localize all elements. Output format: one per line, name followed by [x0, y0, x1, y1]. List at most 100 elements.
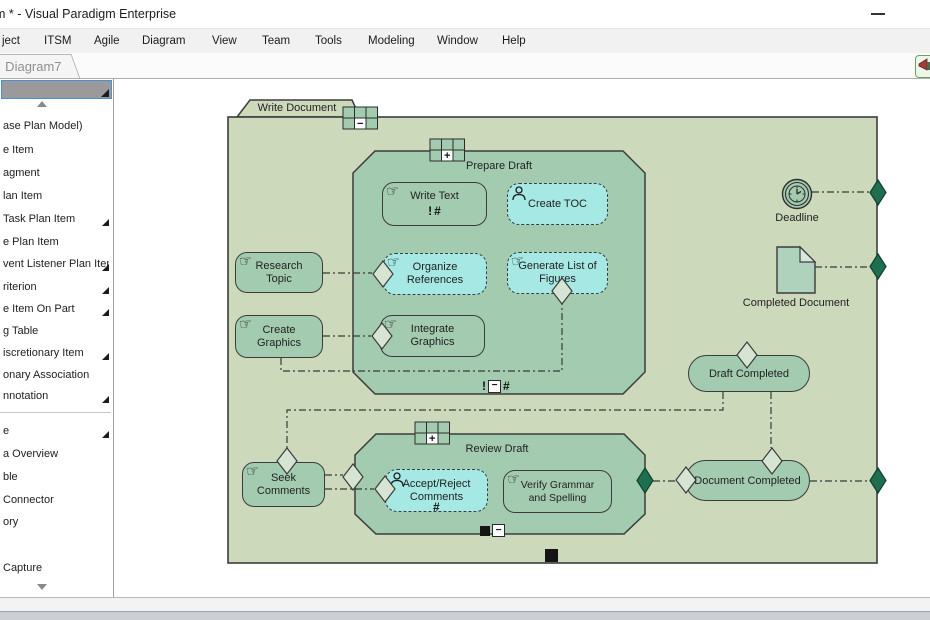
- announcement-button[interactable]: [915, 55, 930, 78]
- task-label: Verify Grammar and Spelling: [518, 479, 597, 504]
- task-create-toc[interactable]: Create TOC: [507, 183, 608, 225]
- palette-item-plan-item[interactable]: lan Item: [0, 187, 112, 207]
- palette-item-discretionary-association[interactable]: onary Association: [0, 366, 112, 386]
- task-verify-grammar[interactable]: ☞ Verify Grammar and Spelling: [503, 470, 612, 513]
- task-write-text[interactable]: ☞ Write Text ! #: [382, 182, 487, 226]
- menu-team[interactable]: Team: [262, 35, 290, 47]
- task-label: Research Topic: [248, 260, 310, 286]
- manual-task-icon: ☞: [383, 315, 399, 334]
- task-organize-references[interactable]: ☞ Organize References: [383, 253, 487, 295]
- task-label: Organize References: [398, 261, 472, 287]
- task-accept-reject-comments[interactable]: Accept/Reject Comments #: [385, 469, 488, 512]
- task-label: Generate List of Figures: [518, 260, 597, 286]
- megaphone-icon: [917, 57, 930, 74]
- submenu-corner-icon: [101, 89, 109, 97]
- palette-item-table[interactable]: ble: [0, 468, 112, 488]
- stage-review-draft-label: Review Draft: [427, 443, 567, 455]
- menu-project[interactable]: ject: [2, 35, 20, 47]
- submenu-corner-icon: [102, 219, 109, 226]
- submenu-corner-icon: [102, 396, 109, 403]
- task-decorators: ! #: [428, 204, 441, 218]
- task-label: Create TOC: [528, 198, 587, 211]
- palette-item-event-listener-plan-item[interactable]: vent Listener Plan Item: [0, 255, 112, 275]
- task-integrate-graphics[interactable]: ☞ Integrate Graphics: [380, 315, 485, 357]
- case-plan-label: Write Document: [248, 102, 346, 114]
- user-task-icon: [390, 472, 404, 487]
- submenu-corner-icon: [102, 431, 109, 438]
- palette-item-criterion[interactable]: riterion: [0, 278, 112, 298]
- menu-itsm[interactable]: ITSM: [44, 35, 71, 47]
- palette-item-note[interactable]: e: [0, 422, 112, 442]
- manual-task-icon: ☞: [238, 315, 254, 334]
- window-title: m * - Visual Paradigm Enterprise: [0, 7, 176, 21]
- palette-item-diagram-overview[interactable]: a Overview: [0, 445, 112, 465]
- title-bar: m * - Visual Paradigm Enterprise: [0, 0, 930, 28]
- palette-item-capture[interactable]: Capture: [0, 559, 112, 579]
- manual-task-icon: ☞: [510, 252, 526, 271]
- task-seek-comments[interactable]: ☞ Seek Comments: [242, 462, 325, 507]
- autocomplete-icon: [480, 526, 490, 536]
- palette-item-task-plan-item[interactable]: Task Plan Item: [0, 210, 112, 230]
- palette-scroll-up-icon[interactable]: [37, 101, 47, 107]
- menu-view[interactable]: View: [212, 35, 237, 47]
- visual-paradigm-window: m * - Visual Paradigm Enterprise ject IT…: [0, 0, 930, 620]
- submenu-corner-icon: [102, 309, 109, 316]
- palette-item-case-plan-model[interactable]: ase Plan Model): [0, 117, 112, 137]
- menu-modeling[interactable]: Modeling: [368, 35, 415, 47]
- task-label: Write Text: [410, 190, 459, 203]
- task-label: Create Graphics: [248, 324, 310, 350]
- user-task-icon: [512, 186, 526, 201]
- menu-window[interactable]: Window: [437, 35, 478, 47]
- tool-palette: ase Plan Model) e Item agment lan Item T…: [0, 79, 114, 597]
- palette-selected-tool[interactable]: [1, 80, 112, 99]
- palette-item-history[interactable]: ory: [0, 513, 112, 533]
- submenu-corner-icon: [102, 353, 109, 360]
- menu-agile[interactable]: Agile: [94, 35, 120, 47]
- required-icon: !: [482, 379, 486, 393]
- submenu-corner-icon: [102, 264, 109, 271]
- menu-bar: ject ITSM Agile Diagram View Team Tools …: [0, 28, 930, 54]
- task-label: Seek Comments: [253, 472, 314, 498]
- deadline-label: Deadline: [766, 212, 828, 224]
- menu-help[interactable]: Help: [502, 35, 526, 47]
- palette-item-plan-fragment[interactable]: agment: [0, 164, 112, 184]
- palette-item-annotation[interactable]: nnotation: [0, 387, 112, 407]
- manual-task-icon: ☞: [238, 252, 254, 271]
- bottom-bar: [0, 611, 930, 620]
- task-research-topic[interactable]: ☞ Research Topic: [235, 252, 323, 293]
- palette-item-case-item-on-part[interactable]: e Item On Part: [0, 300, 112, 320]
- tab-diagram7[interactable]: Diagram7: [0, 54, 81, 79]
- review-draft-decorators: −: [480, 524, 505, 537]
- minimize-button[interactable]: [871, 13, 885, 15]
- manual-task-icon: ☞: [506, 470, 522, 489]
- repetition-icon: #: [503, 379, 510, 393]
- repetition-icon: #: [433, 500, 440, 514]
- diagram-tab-bar: [0, 53, 930, 79]
- task-create-graphics[interactable]: ☞ Create Graphics: [235, 315, 323, 358]
- manual-task-icon: ☞: [245, 462, 261, 481]
- manual-task-icon: ☞: [385, 182, 401, 201]
- menu-diagram[interactable]: Diagram: [142, 35, 185, 47]
- repetition-icon: #: [434, 204, 441, 218]
- palette-item-case-item[interactable]: e Item: [0, 141, 112, 161]
- palette-item-stage-plan-item[interactable]: e Plan Item: [0, 233, 112, 253]
- collapse-icon: −: [488, 380, 501, 393]
- collapse-icon: −: [492, 524, 505, 537]
- palette-item-connector[interactable]: Connector: [0, 491, 112, 511]
- submenu-corner-icon: [102, 287, 109, 294]
- stage-prepare-draft-label: Prepare Draft: [429, 160, 569, 172]
- case-plan-autocomplete-icon: [545, 549, 558, 562]
- manual-task-icon: ☞: [386, 253, 402, 272]
- palette-separator: [0, 412, 111, 413]
- prepare-draft-decorators: ! − #: [482, 379, 510, 393]
- palette-scroll-down-icon[interactable]: [37, 584, 47, 590]
- palette-item-planning-table[interactable]: g Table: [0, 322, 112, 342]
- task-generate-list-of-figures[interactable]: ☞ Generate List of Figures: [507, 252, 608, 294]
- task-label: Integrate Graphics: [397, 323, 468, 349]
- milestone-draft-completed[interactable]: Draft Completed: [688, 355, 810, 392]
- palette-item-discretionary-item[interactable]: iscretionary Item: [0, 344, 112, 364]
- milestone-document-completed[interactable]: Document Completed: [685, 460, 810, 501]
- milestone-label: Document Completed: [694, 475, 800, 487]
- completed-document-label: Completed Document: [737, 297, 855, 309]
- menu-tools[interactable]: Tools: [315, 35, 342, 47]
